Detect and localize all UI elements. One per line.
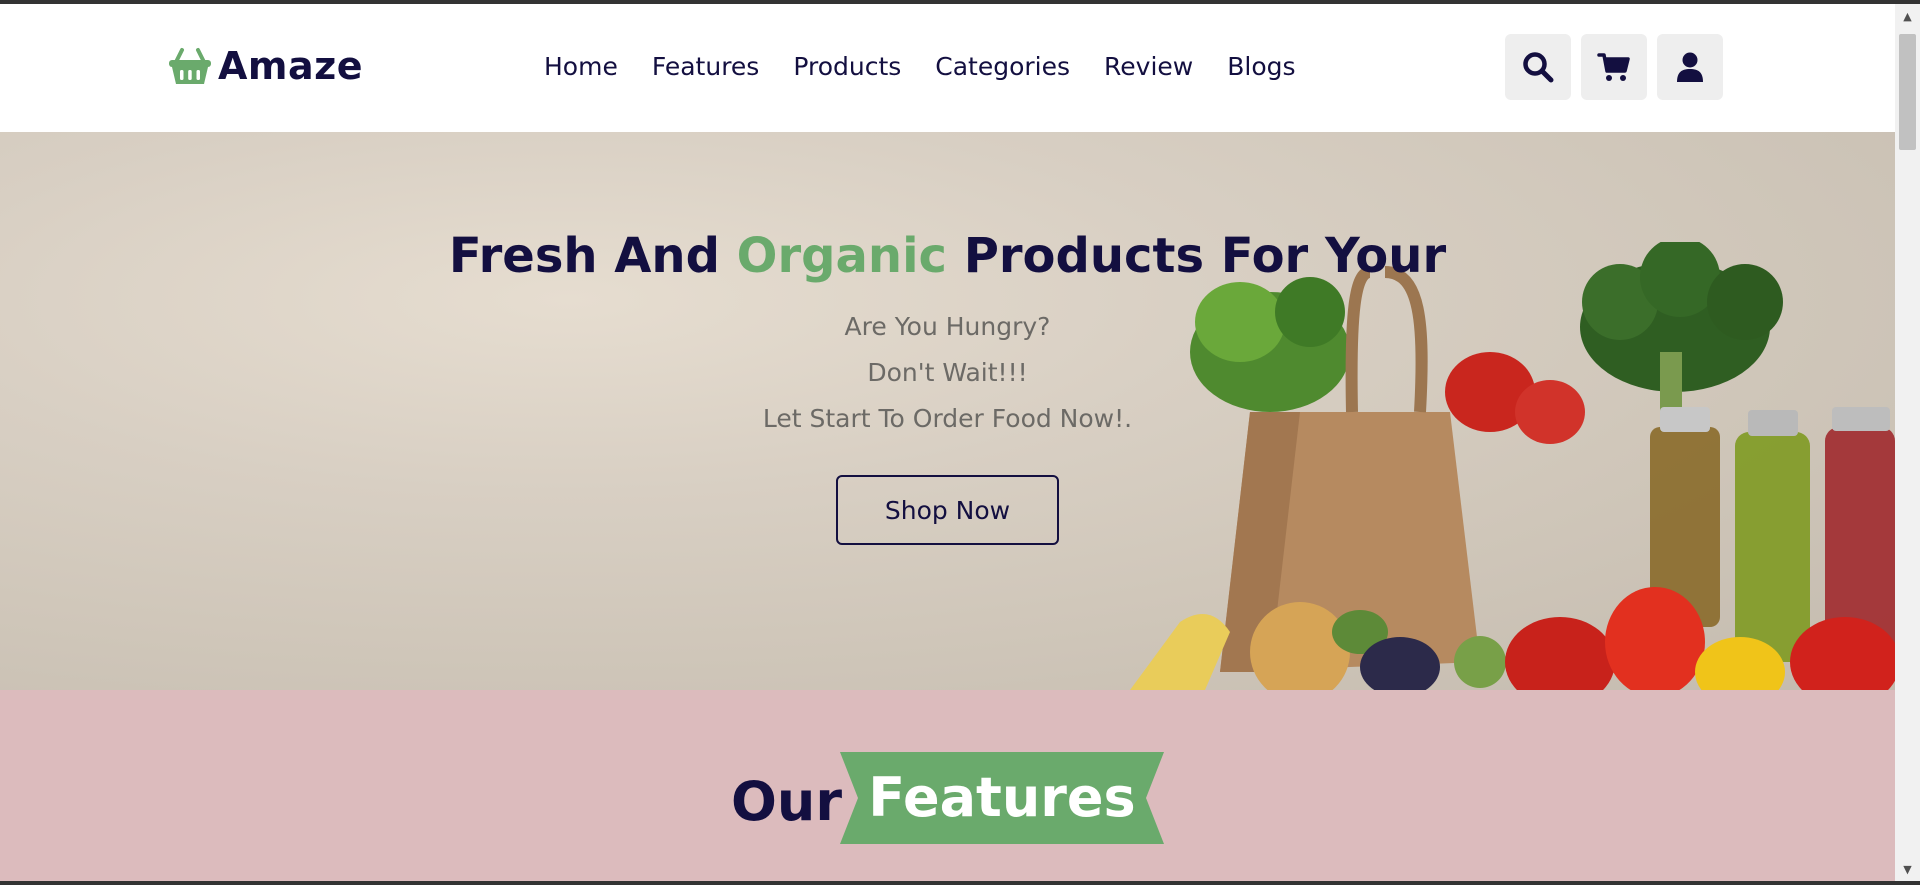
nav-review[interactable]: Review bbox=[1104, 52, 1193, 81]
user-icon bbox=[1677, 52, 1703, 82]
logo[interactable]: Amaze bbox=[168, 44, 363, 88]
hero-title-part2: Products For Your bbox=[946, 228, 1447, 284]
page-scrollbar[interactable]: ▲ ▼ bbox=[1895, 4, 1920, 881]
user-button[interactable] bbox=[1657, 34, 1723, 100]
hero-line-3: Let Start To Order Food Now!. bbox=[762, 404, 1133, 433]
cart-icon bbox=[1597, 53, 1630, 81]
groceries-illustration bbox=[1130, 242, 1895, 690]
hero-title-part1: Fresh And bbox=[448, 228, 737, 284]
features-heading-label: Features bbox=[868, 766, 1136, 829]
scrollbar-thumb[interactable] bbox=[1899, 34, 1916, 150]
hero-line-2: Don't Wait!!! bbox=[867, 358, 1028, 387]
nav-features[interactable]: Features bbox=[652, 52, 760, 81]
shop-now-button[interactable]: Shop Now bbox=[836, 475, 1059, 545]
features-section: Our Features bbox=[0, 690, 1895, 881]
search-button[interactable] bbox=[1505, 34, 1571, 100]
logo-text: Amaze bbox=[218, 44, 364, 88]
search-icon bbox=[1523, 52, 1554, 83]
nav-home[interactable]: Home bbox=[544, 52, 618, 81]
scroll-up-arrow-icon[interactable]: ▲ bbox=[1895, 4, 1920, 28]
window-bottom-border bbox=[0, 881, 1920, 885]
main-nav: Home Features Products Categories Review… bbox=[544, 52, 1296, 81]
page-viewport: Amaze Home Features Products Categories … bbox=[0, 4, 1895, 881]
cart-button[interactable] bbox=[1581, 34, 1647, 100]
hero-section: Fresh And Organic Products For Your Are … bbox=[0, 132, 1895, 690]
nav-products[interactable]: Products bbox=[793, 52, 901, 81]
hero-title-accent: Organic bbox=[736, 228, 947, 284]
features-heading-prefix: Our bbox=[731, 770, 842, 833]
header-icons bbox=[1505, 34, 1723, 100]
scroll-down-arrow-icon[interactable]: ▼ bbox=[1895, 857, 1920, 881]
nav-blogs[interactable]: Blogs bbox=[1227, 52, 1295, 81]
hero-line-1: Are You Hungry? bbox=[844, 312, 1051, 341]
hero-title: Fresh And Organic Products For Your bbox=[0, 228, 1895, 284]
site-header: Amaze Home Features Products Categories … bbox=[0, 4, 1895, 132]
nav-categories[interactable]: Categories bbox=[935, 52, 1070, 81]
basket-icon bbox=[169, 48, 211, 84]
features-ribbon: Features bbox=[840, 752, 1164, 844]
